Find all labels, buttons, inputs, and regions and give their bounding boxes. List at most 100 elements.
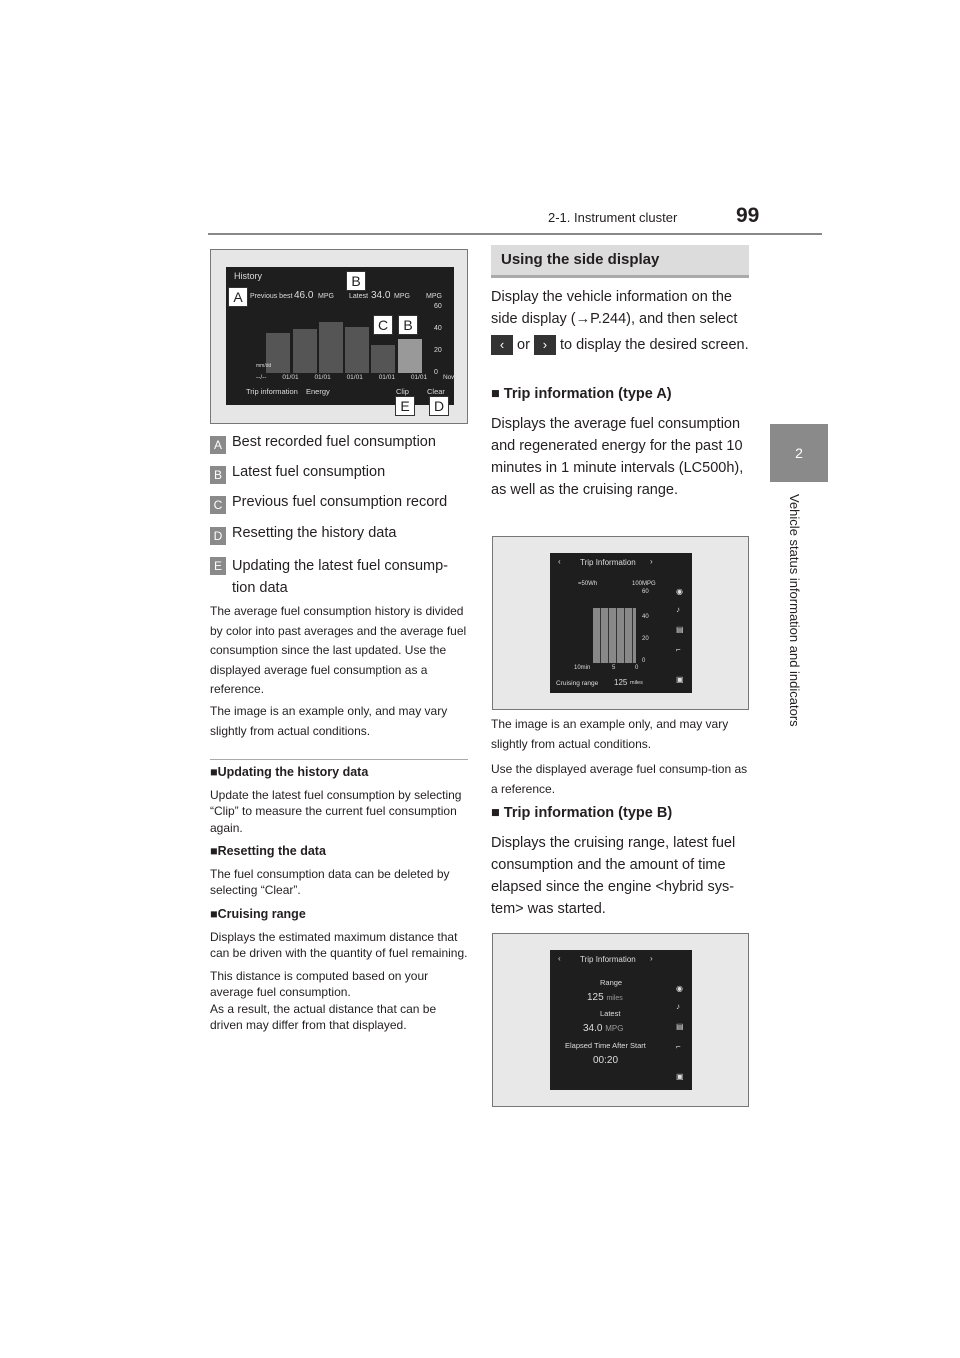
latest-label: Latest bbox=[600, 1009, 621, 1018]
chevron-right-icon[interactable]: › bbox=[650, 954, 653, 963]
fuel-bars bbox=[593, 608, 636, 663]
section-heading: Using the side display bbox=[491, 245, 749, 278]
display-icon[interactable]: ▣ bbox=[676, 675, 684, 684]
trip-b-figure: ‹ Trip Information › Range 125 miles Lat… bbox=[492, 933, 749, 1107]
sub-title: Resetting the data bbox=[217, 844, 326, 858]
energy-legend: =50Wh bbox=[578, 581, 598, 587]
latest-label: Latest bbox=[349, 293, 369, 300]
sub-text: As a result, the actual distance that ca… bbox=[210, 1001, 437, 1033]
date-axis: --/-- 01/01 01/01 01/01 01/01 01/01 Now bbox=[256, 374, 456, 381]
sub-text: This distance is computed based on your … bbox=[210, 968, 429, 1000]
divider bbox=[210, 759, 468, 760]
callout-c: C bbox=[373, 315, 393, 335]
intro-text: Display the vehicle information on the s… bbox=[491, 289, 738, 327]
axis-unit: MPG bbox=[426, 293, 442, 300]
seat-icon[interactable]: ⌐ bbox=[676, 1042, 681, 1051]
legend-text: tion data bbox=[232, 580, 288, 596]
sub-text: Update the latest fuel consumption by se… bbox=[210, 787, 462, 835]
or-text: or bbox=[517, 337, 530, 353]
sub-text: The fuel consumption data can be deleted… bbox=[210, 866, 450, 898]
trip-b-screen: ‹ Trip Information › Range 125 miles Lat… bbox=[550, 950, 692, 1090]
legend-letter: E bbox=[210, 557, 226, 575]
chart-icon[interactable]: ▤ bbox=[676, 625, 684, 634]
legend-text: Updating the latest fuel consump- bbox=[232, 558, 449, 574]
tick: 60 bbox=[434, 303, 442, 310]
x-tick: 0 bbox=[635, 665, 639, 671]
seat-icon[interactable]: ⌐ bbox=[676, 645, 681, 654]
callout-a: A bbox=[228, 287, 248, 307]
trip-a-figure: ‹ Trip Information › =50Wh 100MPG 60 40 … bbox=[492, 536, 749, 710]
heading-text: Trip information (type A) bbox=[503, 386, 672, 402]
trip-a-screen: ‹ Trip Information › =50Wh 100MPG 60 40 … bbox=[550, 553, 692, 693]
clip-button[interactable]: Clip bbox=[396, 387, 409, 396]
legend-item: D Resetting the history data bbox=[210, 525, 396, 545]
type-a-heading: ■ Trip information (type A) bbox=[491, 386, 672, 402]
chapter-tab: 2 bbox=[770, 424, 828, 482]
date-tick: 01/01 bbox=[410, 374, 428, 381]
prev-best-label: Previous best bbox=[250, 293, 293, 300]
sub-cruising: ■Cruising range Displays the estimated m… bbox=[210, 907, 468, 1033]
callout-b: B bbox=[398, 315, 418, 335]
screen-title: Trip Information bbox=[580, 558, 636, 567]
music-icon[interactable]: ♪ bbox=[676, 1002, 680, 1011]
x-tick: 10min bbox=[574, 665, 591, 671]
sub-updating: ■Updating the history data Update the la… bbox=[210, 764, 468, 836]
chevron-left-icon: ‹ bbox=[491, 335, 513, 356]
date-tick: 01/01 bbox=[314, 374, 331, 381]
latest-value: 34.0 bbox=[583, 1023, 603, 1034]
gauge-icon[interactable]: ◉ bbox=[676, 984, 683, 993]
range-unit: miles bbox=[630, 680, 643, 686]
chevron-left-icon[interactable]: ‹ bbox=[558, 954, 561, 963]
chart-icon[interactable]: ▤ bbox=[676, 1022, 684, 1031]
latest-unit: MPG bbox=[605, 1024, 624, 1033]
tick: 20 bbox=[434, 347, 442, 354]
date-tick: 01/01 bbox=[346, 374, 363, 381]
tab-energy[interactable]: Energy bbox=[306, 387, 330, 396]
note-example: The image is an example only, and may va… bbox=[210, 704, 448, 738]
intro: Display the vehicle information on the s… bbox=[491, 286, 749, 356]
legend-item: E Updating the latest fuel consump-tion d… bbox=[210, 555, 448, 599]
gauge-icon[interactable]: ◉ bbox=[676, 587, 683, 596]
latest-value: 34.0 bbox=[371, 290, 391, 301]
legend-item: C Previous fuel consumption record bbox=[210, 494, 447, 514]
history-figure: History Previous best 46.0 MPG Latest 34… bbox=[210, 249, 468, 424]
range-value: 125 bbox=[587, 992, 604, 1003]
music-icon[interactable]: ♪ bbox=[676, 605, 680, 614]
elapsed-value: 00:20 bbox=[593, 1055, 619, 1066]
note-history: The average fuel consumption history is … bbox=[210, 604, 467, 696]
sub-text: Displays the estimated maximum distance … bbox=[210, 929, 468, 961]
type-a-text: Displays the average fuel consumption an… bbox=[491, 416, 744, 498]
legend-item: A Best recorded fuel consumption bbox=[210, 434, 436, 454]
intro-text: to display the desired screen. bbox=[560, 337, 749, 353]
tick: 60 bbox=[642, 589, 649, 595]
elapsed-label: Elapsed Time After Start bbox=[565, 1041, 646, 1050]
prev-best-value: 46.0 bbox=[294, 290, 314, 301]
tick: 0 bbox=[642, 658, 646, 664]
x-tick: 5 bbox=[612, 665, 616, 671]
display-icon[interactable]: ▣ bbox=[676, 1072, 684, 1081]
screen-title: History bbox=[234, 271, 263, 281]
type-b-heading: ■ Trip information (type B) bbox=[491, 805, 673, 821]
date-tick: --/-- bbox=[256, 374, 267, 381]
legend-item: B Latest fuel consumption bbox=[210, 464, 385, 484]
range-value: 125 bbox=[614, 678, 628, 687]
clear-button[interactable]: Clear bbox=[427, 387, 445, 396]
date-tick: 01/01 bbox=[282, 374, 299, 381]
sub-resetting: ■Resetting the data The fuel consumption… bbox=[210, 843, 468, 899]
legend-letter: B bbox=[210, 466, 226, 484]
header-divider bbox=[208, 233, 822, 235]
callout-d: D bbox=[429, 396, 449, 416]
type-b-text: Displays the cruising range, latest fuel… bbox=[491, 835, 736, 917]
unit: MPG bbox=[394, 293, 410, 300]
range-unit: miles bbox=[606, 995, 623, 1002]
page-number: 99 bbox=[736, 204, 760, 227]
callout-e: E bbox=[395, 396, 415, 416]
tick: 40 bbox=[434, 325, 442, 332]
tab-trip-information[interactable]: Trip information bbox=[246, 387, 298, 396]
legend-letter: A bbox=[210, 436, 226, 454]
range-label: Range bbox=[600, 978, 623, 987]
tick: 20 bbox=[642, 636, 649, 642]
chevron-left-icon[interactable]: ‹ bbox=[558, 557, 561, 566]
range-label: Cruising range bbox=[556, 680, 599, 687]
chevron-right-icon[interactable]: › bbox=[650, 557, 653, 566]
